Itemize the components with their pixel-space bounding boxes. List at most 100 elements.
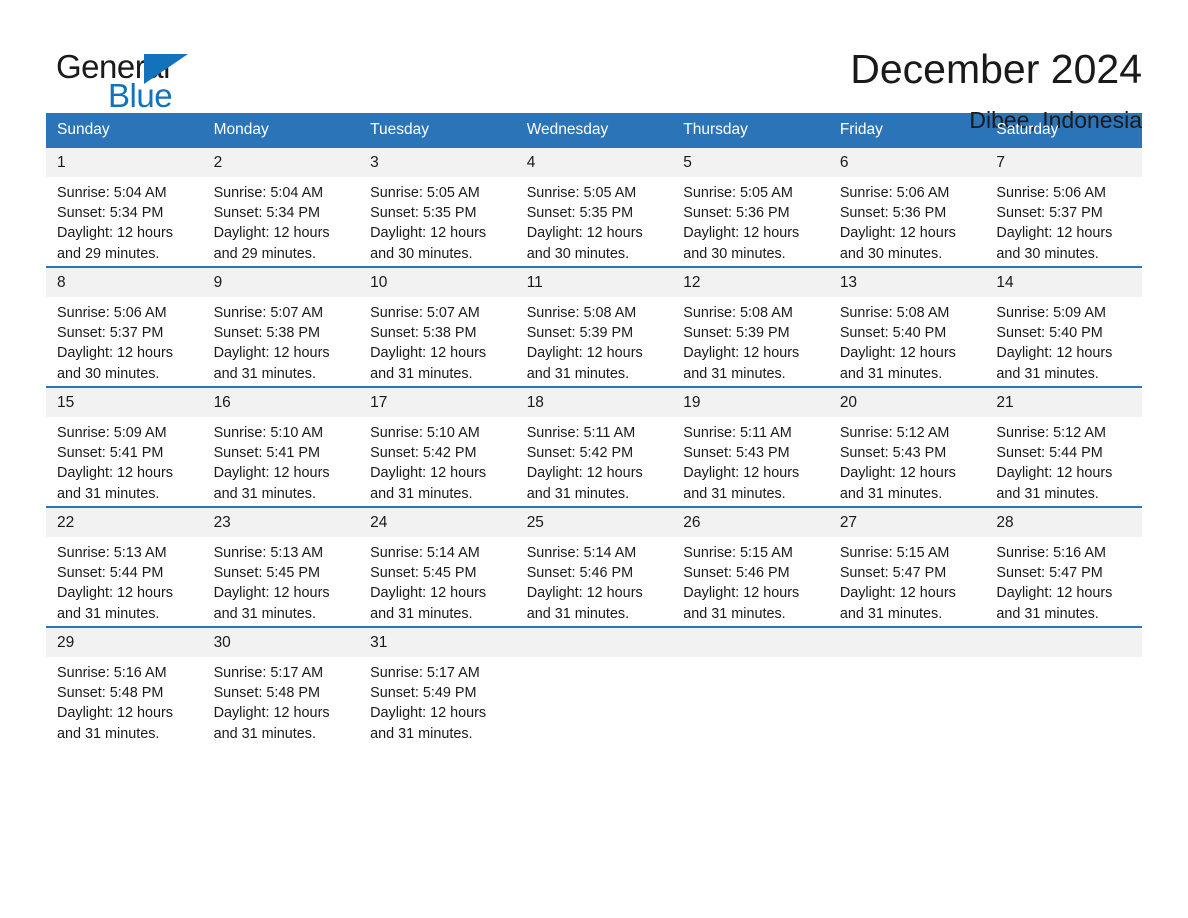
day-cell-inner: 24 Sunrise: 5:14 AM Sunset: 5:45 PM Dayligh… bbox=[359, 508, 516, 626]
day-details: Sunrise: 5:06 AM Sunset: 5:37 PM Daylight:… bbox=[46, 297, 203, 384]
sunset-text: Sunset: 5:36 PM bbox=[839, 205, 947, 222]
calendar-day-cell[interactable]: 14 Sunrise: 5:09 AM Sunset: 5:40 PM Dayligh… bbox=[985, 266, 1142, 387]
day-number: 27 bbox=[828, 508, 986, 537]
calendar-day-cell[interactable]: 29 Sunrise: 5:16 AM Sunset: 5:48 PM Dayligh… bbox=[46, 626, 203, 746]
calendar-week-row: 15 Sunrise: 5:09 AM Sunset: 5:41 PM Dayligh… bbox=[46, 386, 1142, 507]
weekday-header-tuesday: Tuesday bbox=[359, 113, 516, 148]
day-cell-inner: 20 Sunrise: 5:12 AM Sunset: 5:43 PM Dayligh… bbox=[828, 388, 986, 506]
sunrise-text: Sunrise: 5:09 AM bbox=[996, 305, 1106, 321]
generalblue-logo[interactable]: General Blue bbox=[46, 44, 206, 116]
day-details: Sunrise: 5:09 AM Sunset: 5:41 PM Daylight:… bbox=[46, 417, 203, 504]
calendar-day-cell bbox=[672, 626, 829, 746]
daylight-text: Daylight: 12 hours and 31 minutes. bbox=[839, 465, 956, 502]
sunrise-text: Sunrise: 5:08 AM bbox=[526, 305, 637, 321]
day-details: Sunrise: 5:10 AM Sunset: 5:41 PM Daylight:… bbox=[203, 417, 360, 504]
calendar-day-cell[interactable]: 30 Sunrise: 5:17 AM Sunset: 5:48 PM Dayligh… bbox=[202, 626, 360, 746]
weekday-header-monday: Monday bbox=[202, 113, 360, 148]
calendar-day-cell[interactable]: 9 Sunrise: 5:07 AM Sunset: 5:38 PM Daylight… bbox=[202, 266, 360, 387]
calendar-day-cell[interactable]: 21 Sunrise: 5:12 AM Sunset: 5:44 PM Dayligh… bbox=[985, 386, 1142, 507]
sunrise-sunset-calendar: Sunday Monday Tuesday Wednesday Thursday… bbox=[46, 113, 1142, 746]
calendar-day-cell[interactable]: 8 Sunrise: 5:06 AM Sunset: 5:37 PM Daylight… bbox=[46, 266, 203, 387]
sunrise-text: Sunrise: 5:06 AM bbox=[57, 305, 167, 321]
sunset-text: Sunset: 5:49 PM bbox=[370, 685, 477, 702]
calendar-day-cell[interactable]: 16 Sunrise: 5:10 AM Sunset: 5:41 PM Dayligh… bbox=[202, 386, 360, 507]
day-cell-inner bbox=[672, 628, 829, 746]
day-number: 22 bbox=[46, 508, 203, 537]
calendar-day-cell[interactable]: 31 Sunrise: 5:17 AM Sunset: 5:49 PM Dayligh… bbox=[359, 626, 516, 746]
sunset-text: Sunset: 5:45 PM bbox=[370, 565, 477, 582]
day-number: 15 bbox=[46, 388, 203, 417]
sunset-text: Sunset: 5:38 PM bbox=[213, 325, 320, 342]
daylight-text: Daylight: 12 hours and 31 minutes. bbox=[370, 345, 487, 382]
calendar-day-cell[interactable]: 25 Sunrise: 5:14 AM Sunset: 5:46 PM Dayligh… bbox=[515, 506, 673, 627]
day-number: 2 bbox=[202, 148, 360, 177]
sunrise-text: Sunrise: 5:14 AM bbox=[370, 545, 480, 561]
day-number bbox=[828, 628, 986, 657]
calendar-day-cell[interactable]: 17 Sunrise: 5:10 AM Sunset: 5:42 PM Dayligh… bbox=[359, 386, 516, 507]
day-cell-inner: 23 Sunrise: 5:13 AM Sunset: 5:45 PM Dayligh… bbox=[202, 508, 360, 626]
calendar-day-cell[interactable]: 19 Sunrise: 5:11 AM Sunset: 5:43 PM Dayligh… bbox=[672, 386, 829, 507]
daylight-text: Daylight: 12 hours and 30 minutes. bbox=[370, 225, 487, 262]
day-number: 12 bbox=[672, 268, 829, 297]
day-cell-inner: 9 Sunrise: 5:07 AM Sunset: 5:38 PM Daylight… bbox=[202, 268, 360, 386]
calendar-day-cell[interactable]: 12 Sunrise: 5:08 AM Sunset: 5:39 PM Dayligh… bbox=[672, 266, 829, 387]
sunset-text: Sunset: 5:44 PM bbox=[996, 445, 1103, 462]
sunset-text: Sunset: 5:48 PM bbox=[213, 685, 320, 702]
calendar-day-cell[interactable]: 6 Sunrise: 5:06 AM Sunset: 5:36 PM Daylight… bbox=[828, 148, 986, 267]
page-title: December 2024 bbox=[850, 46, 1142, 92]
calendar-day-cell[interactable]: 2 Sunrise: 5:04 AM Sunset: 5:34 PM Daylight… bbox=[202, 148, 360, 267]
day-number: 10 bbox=[359, 268, 516, 297]
weekday-header-sunday: Sunday bbox=[46, 113, 203, 148]
day-details: Sunrise: 5:16 AM Sunset: 5:48 PM Daylight:… bbox=[46, 657, 203, 744]
day-number: 14 bbox=[985, 268, 1142, 297]
calendar-day-cell[interactable]: 15 Sunrise: 5:09 AM Sunset: 5:41 PM Dayligh… bbox=[46, 386, 203, 507]
day-number: 18 bbox=[515, 388, 673, 417]
sunrise-text: Sunrise: 5:12 AM bbox=[839, 425, 950, 441]
day-number: 4 bbox=[515, 148, 673, 177]
day-cell-inner bbox=[515, 628, 673, 746]
calendar-week-row: 29 Sunrise: 5:16 AM Sunset: 5:48 PM Dayligh… bbox=[46, 626, 1142, 746]
day-details: Sunrise: 5:15 AM Sunset: 5:47 PM Daylight:… bbox=[829, 537, 986, 624]
sunrise-text: Sunrise: 5:17 AM bbox=[213, 665, 324, 681]
sunset-text: Sunset: 5:46 PM bbox=[526, 565, 634, 582]
calendar-day-cell[interactable]: 27 Sunrise: 5:15 AM Sunset: 5:47 PM Dayligh… bbox=[828, 506, 986, 627]
day-cell-inner: 1 Sunrise: 5:04 AM Sunset: 5:34 PM Daylight… bbox=[46, 148, 203, 266]
day-number: 30 bbox=[202, 628, 360, 657]
calendar-day-cell[interactable]: 7 Sunrise: 5:06 AM Sunset: 5:37 PM Daylight… bbox=[985, 148, 1142, 267]
day-cell-inner: 22 Sunrise: 5:13 AM Sunset: 5:44 PM Dayligh… bbox=[46, 508, 203, 626]
calendar-day-cell[interactable]: 22 Sunrise: 5:13 AM Sunset: 5:44 PM Dayligh… bbox=[46, 506, 203, 627]
sunset-text: Sunset: 5:38 PM bbox=[370, 325, 477, 342]
calendar-day-cell[interactable]: 4 Sunrise: 5:05 AM Sunset: 5:35 PM Daylight… bbox=[515, 148, 673, 267]
day-cell-inner: 31 Sunrise: 5:17 AM Sunset: 5:49 PM Dayligh… bbox=[359, 628, 516, 746]
calendar-day-cell[interactable]: 28 Sunrise: 5:16 AM Sunset: 5:47 PM Dayligh… bbox=[985, 506, 1142, 627]
sunset-text: Sunset: 5:41 PM bbox=[213, 445, 320, 462]
sunrise-text: Sunrise: 5:05 AM bbox=[683, 185, 793, 201]
sunrise-text: Sunrise: 5:13 AM bbox=[57, 545, 167, 561]
calendar-day-cell[interactable]: 18 Sunrise: 5:11 AM Sunset: 5:42 PM Dayligh… bbox=[515, 386, 673, 507]
daylight-text: Daylight: 12 hours and 31 minutes. bbox=[213, 585, 330, 622]
day-number: 25 bbox=[515, 508, 673, 537]
day-details: Sunrise: 5:09 AM Sunset: 5:40 PM Daylight:… bbox=[985, 297, 1142, 384]
daylight-text: Daylight: 12 hours and 31 minutes. bbox=[370, 705, 487, 742]
daylight-text: Daylight: 12 hours and 30 minutes. bbox=[996, 225, 1113, 262]
sunrise-text: Sunrise: 5:16 AM bbox=[996, 545, 1106, 561]
calendar-day-cell[interactable]: 11 Sunrise: 5:08 AM Sunset: 5:39 PM Dayligh… bbox=[515, 266, 673, 387]
sunset-text: Sunset: 5:44 PM bbox=[57, 565, 164, 582]
calendar-body: 1 Sunrise: 5:04 AM Sunset: 5:34 PM Daylight… bbox=[46, 148, 1142, 746]
day-cell-inner: 16 Sunrise: 5:10 AM Sunset: 5:41 PM Dayligh… bbox=[202, 388, 360, 506]
calendar-day-cell[interactable]: 23 Sunrise: 5:13 AM Sunset: 5:45 PM Dayligh… bbox=[202, 506, 360, 627]
calendar-day-cell[interactable]: 24 Sunrise: 5:14 AM Sunset: 5:45 PM Dayligh… bbox=[359, 506, 516, 627]
day-number: 11 bbox=[515, 268, 673, 297]
calendar-day-cell[interactable]: 26 Sunrise: 5:15 AM Sunset: 5:46 PM Dayligh… bbox=[672, 506, 829, 627]
calendar-day-cell[interactable]: 3 Sunrise: 5:05 AM Sunset: 5:35 PM Daylight… bbox=[359, 148, 516, 267]
daylight-text: Daylight: 12 hours and 31 minutes. bbox=[57, 465, 173, 502]
daylight-text: Daylight: 12 hours and 31 minutes. bbox=[683, 585, 800, 622]
calendar-day-cell[interactable]: 5 Sunrise: 5:05 AM Sunset: 5:36 PM Daylight… bbox=[672, 148, 829, 267]
day-cell-inner: 11 Sunrise: 5:08 AM Sunset: 5:39 PM Dayligh… bbox=[515, 268, 673, 386]
calendar-day-cell[interactable]: 20 Sunrise: 5:12 AM Sunset: 5:43 PM Dayligh… bbox=[828, 386, 986, 507]
calendar-day-cell[interactable]: 1 Sunrise: 5:04 AM Sunset: 5:34 PM Daylight… bbox=[46, 148, 203, 267]
calendar-day-cell[interactable]: 10 Sunrise: 5:07 AM Sunset: 5:38 PM Dayligh… bbox=[359, 266, 516, 387]
day-cell-inner: 12 Sunrise: 5:08 AM Sunset: 5:39 PM Dayligh… bbox=[672, 268, 829, 386]
calendar-day-cell[interactable]: 13 Sunrise: 5:08 AM Sunset: 5:40 PM Dayligh… bbox=[828, 266, 986, 387]
day-details: Sunrise: 5:05 AM Sunset: 5:35 PM Daylight:… bbox=[516, 177, 673, 264]
